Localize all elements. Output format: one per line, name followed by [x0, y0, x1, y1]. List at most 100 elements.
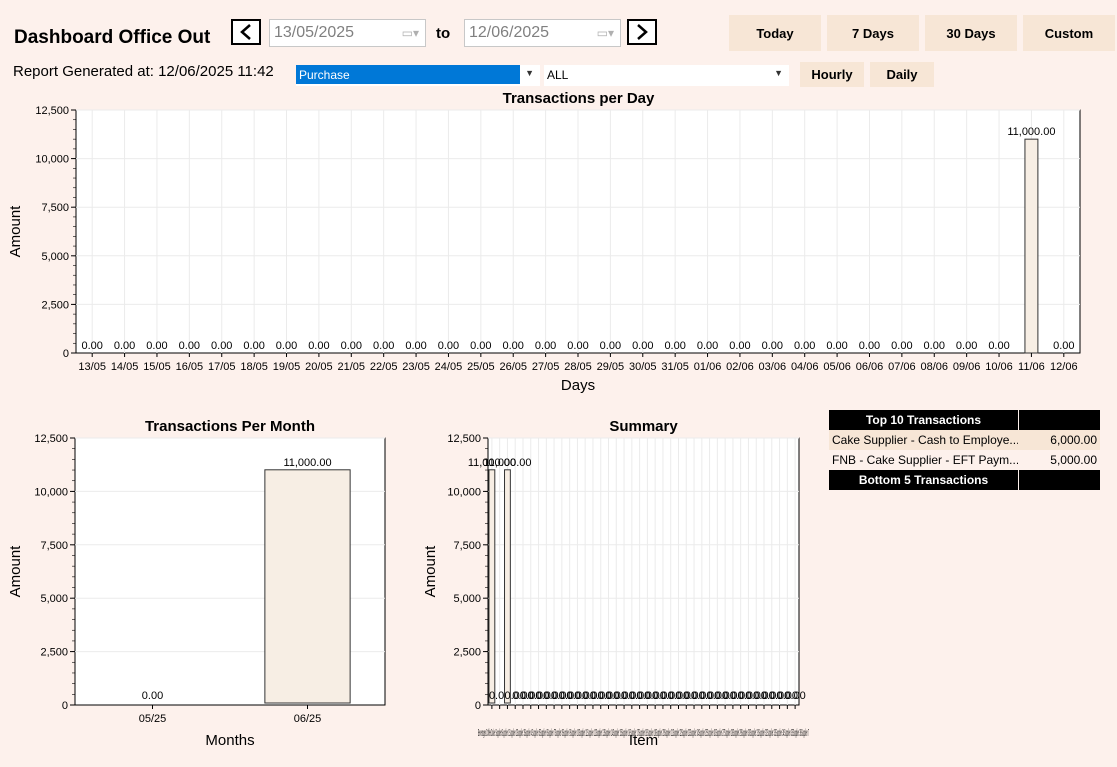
- 7-days-button[interactable]: 7 Days: [827, 15, 919, 51]
- data-label: 0.00: [826, 340, 847, 352]
- y-tick-label: 12,500: [35, 105, 69, 117]
- y-tick-label: 10,000: [35, 154, 69, 166]
- to-label: to: [436, 25, 451, 42]
- y-tick-label: 10,000: [447, 486, 481, 498]
- x-tick-label: 24/05: [435, 361, 463, 373]
- bar: [1024, 138, 1039, 354]
- report-generated-text: Report Generated at: 12/06/2025 11:42: [13, 63, 274, 80]
- x-tick-label: 02/06: [726, 361, 754, 373]
- y-tick-label: 2,500: [453, 647, 481, 659]
- y-tick-label: 5,000: [40, 593, 68, 605]
- data-label: 0.00: [142, 690, 163, 702]
- x-tick-label: 19/05: [273, 361, 301, 373]
- today-button[interactable]: Today: [729, 15, 821, 51]
- y-axis-label: Amount: [422, 545, 439, 598]
- bar: [504, 469, 511, 704]
- data-label: 0.00: [956, 340, 977, 352]
- x-tick-label: 05/25: [139, 713, 167, 725]
- row-description: FNB - Cake Supplier - EFT Paym...: [832, 453, 1018, 467]
- next-period-button[interactable]: [627, 19, 657, 45]
- data-label: 0.00: [438, 340, 459, 352]
- x-tick-label: 27/05: [532, 361, 560, 373]
- from-date-picker[interactable]: 13/05/2025 ▭▾: [269, 19, 426, 47]
- x-tick-label: 28/05: [564, 361, 592, 373]
- x-axis-label: Months: [205, 732, 254, 749]
- calendar-icon[interactable]: ▭▾: [597, 26, 614, 40]
- data-label: 0.00: [794, 340, 815, 352]
- data-label: 0.00: [146, 340, 167, 352]
- x-tick-label: 23/05: [402, 361, 430, 373]
- hourly-button[interactable]: Hourly: [800, 62, 864, 87]
- data-label: 11,000.00: [483, 457, 531, 469]
- daily-button[interactable]: Daily: [870, 62, 934, 87]
- to-date-value: 12/06/2025: [469, 24, 550, 41]
- data-label: 0.00: [114, 340, 135, 352]
- category-dropdown[interactable]: ALL ▼: [544, 65, 789, 86]
- data-label: 11,000.00: [1007, 126, 1055, 138]
- chevron-left-icon: [240, 24, 251, 40]
- x-tick-label: 01/06: [694, 361, 722, 373]
- y-tick-label: 12,500: [447, 433, 481, 445]
- x-tick-label: 05/06: [823, 361, 851, 373]
- x-tick-label: 21/05: [338, 361, 366, 373]
- x-axis-label: Item: [629, 732, 658, 749]
- bar: [488, 469, 496, 704]
- data-label: 0.00: [276, 340, 297, 352]
- data-label: 0.00: [697, 340, 718, 352]
- x-tick-label: 13/05: [78, 361, 106, 373]
- custom-button[interactable]: Custom: [1023, 15, 1115, 51]
- data-label: 0.00: [729, 340, 750, 352]
- data-label: 0.00: [664, 340, 685, 352]
- data-label: 0.00: [762, 340, 783, 352]
- x-tick-label: 20/05: [305, 361, 333, 373]
- x-tick-label: 03/06: [759, 361, 787, 373]
- chevron-down-icon: ▼: [774, 68, 783, 78]
- y-tick-label: 0: [475, 700, 481, 712]
- x-tick-label: 29/05: [597, 361, 625, 373]
- bar: [264, 469, 351, 704]
- table-row[interactable]: Cake Supplier - Cash to Employe... 6,000…: [829, 430, 1100, 450]
- x-tick-label: 26/05: [499, 361, 527, 373]
- x-tick-label: 04/06: [791, 361, 819, 373]
- 30-days-button[interactable]: 30 Days: [925, 15, 1017, 51]
- x-tick-label: 16/05: [176, 361, 204, 373]
- data-label: 0.00: [924, 340, 945, 352]
- x-tick-label: 10/06: [985, 361, 1013, 373]
- data-label: 0.00: [859, 340, 880, 352]
- y-axis-label: Amount: [7, 205, 24, 258]
- y-tick-label: 5,000: [41, 251, 69, 263]
- to-date-picker[interactable]: 12/06/2025 ▭▾: [464, 19, 621, 47]
- y-tick-label: 10,000: [34, 486, 68, 498]
- previous-period-button[interactable]: [231, 19, 261, 45]
- chevron-down-icon: ▼: [525, 68, 534, 78]
- data-label: 0.00: [243, 340, 264, 352]
- data-label: 0.00: [891, 340, 912, 352]
- x-tick-label: 09/06: [953, 361, 981, 373]
- table-row[interactable]: FNB - Cake Supplier - EFT Paym... 5,000.…: [829, 450, 1100, 470]
- data-label: 0.00: [988, 340, 1009, 352]
- data-label: 0.00: [81, 340, 102, 352]
- bottom-5-header: Bottom 5 Transactions: [829, 470, 1018, 490]
- x-tick-label: 31/05: [661, 361, 689, 373]
- summary-chart: 0 2,500 5,000 7,500 10,000 12,50011,000.00 0.0…: [422, 433, 809, 749]
- chevron-right-icon: [637, 24, 648, 40]
- data-label: 0.00: [567, 340, 588, 352]
- bottom-5-header-amount: [1019, 470, 1100, 490]
- top-10-header-amount: [1019, 410, 1100, 430]
- y-tick-label: 7,500: [41, 202, 69, 214]
- data-label: 0.00: [405, 340, 426, 352]
- data-label: 0.00: [308, 340, 329, 352]
- x-tick-label: 08/06: [920, 361, 948, 373]
- data-label: 0.00: [784, 690, 805, 702]
- data-label: 0.00: [373, 340, 394, 352]
- transaction-type-dropdown[interactable]: Purchase ▼: [296, 65, 540, 86]
- row-description: Cake Supplier - Cash to Employe...: [832, 433, 1018, 447]
- data-label: 0.00: [341, 340, 362, 352]
- y-tick-label: 0: [62, 700, 68, 712]
- data-label: 0.00: [535, 340, 556, 352]
- row-amount: 5,000.00: [1050, 453, 1097, 467]
- data-label: 0.00: [503, 340, 524, 352]
- data-label: 0.00: [470, 340, 491, 352]
- calendar-icon[interactable]: ▭▾: [402, 26, 419, 40]
- y-axis-label: Amount: [7, 545, 24, 598]
